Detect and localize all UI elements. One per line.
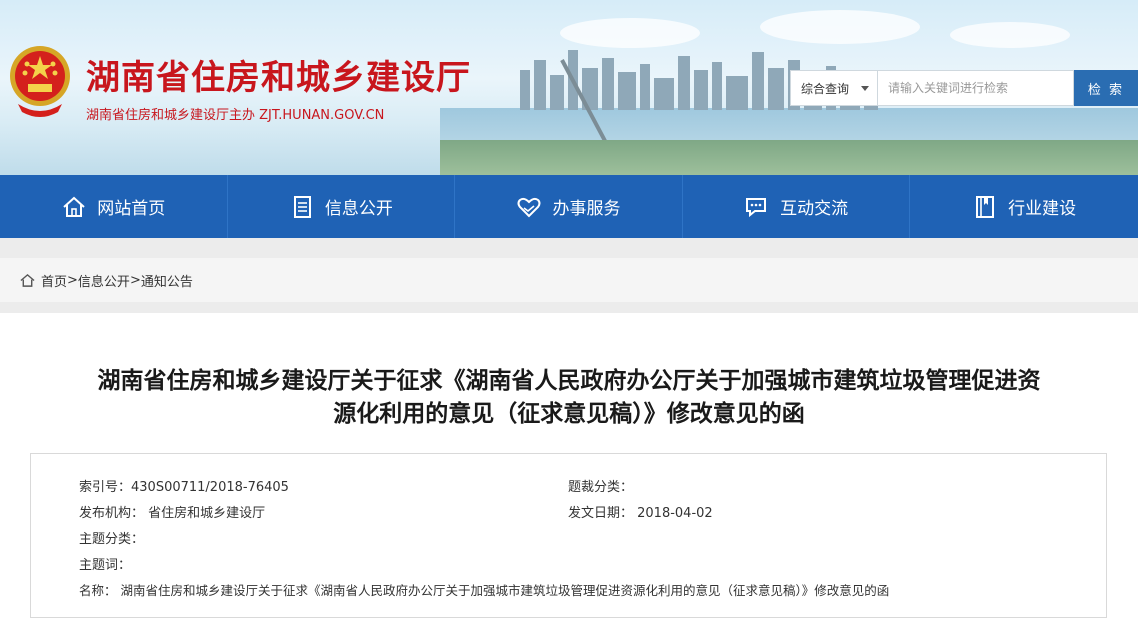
meta-subject-class: 主题分类： [79,532,145,547]
search-bar: 综合查询 检 索 [790,70,1138,108]
book-icon [976,195,995,218]
metadata-box: 索引号：430S00711/2018-76405 题裁分类： 发布机构： 省住房… [30,453,1107,618]
nav-item-interaction[interactable]: 互动交流 [683,175,911,238]
nav-item-services[interactable]: 办事服务 [455,175,683,238]
site-title[interactable]: 湖南省住房和城乡建设厅 [86,50,471,99]
home-icon [20,273,35,287]
site-subtitle: 湖南省住房和城乡建设厅主办 ZJT.HUNAN.GOV.CN [86,108,385,123]
nav-item-label: 办事服务 [552,199,621,219]
cloud-decoration [950,22,1070,48]
shore-image [440,140,1138,175]
search-scope-select[interactable]: 综合查询 [790,70,878,106]
article-title-line: 源化利用的意见（征求意见稿）》修改意见的函 [333,401,805,427]
main-nav: 网站首页 信息公开 办事服务 互动交流 行业建设 [0,175,1138,238]
breadcrumb: 首页 > 信息公开 > 通知公告 [0,258,1138,302]
search-button[interactable]: 检 索 [1074,70,1138,106]
nav-item-label: 信息公开 [324,199,393,219]
nav-item-label: 网站首页 [97,199,166,219]
search-input[interactable] [878,70,1074,106]
breadcrumb-separator: > [67,272,78,288]
document-icon [293,195,311,218]
heart-hands-icon [517,197,541,217]
breadcrumb-home[interactable]: 首页 [41,271,67,290]
nav-item-home[interactable]: 网站首页 [0,175,228,238]
nav-item-label: 行业建设 [1008,199,1077,219]
meta-publisher: 发布机构： 省住房和城乡建设厅 [79,506,266,521]
nav-item-info[interactable]: 信息公开 [228,175,456,238]
meta-subject-words: 主题词： [79,558,132,573]
chat-icon [746,197,767,217]
header-banner: 湖南省住房和城乡建设厅 湖南省住房和城乡建设厅主办 ZJT.HUNAN.GOV.… [0,0,1138,175]
home-icon [63,196,85,217]
article-panel: 湖南省住房和城乡建设厅关于征求《湖南省人民政府办公厅关于加强城市建筑垃圾管理促进… [0,313,1138,623]
chevron-down-icon [861,86,869,91]
nav-item-industry[interactable]: 行业建设 [910,175,1138,238]
cloud-decoration [760,10,920,44]
meta-publish-date: 发文日期： 2018-04-02 [568,506,713,521]
search-scope-label: 综合查询 [801,81,850,96]
meta-name: 名称： 湖南省住房和城乡建设厅关于征求《湖南省人民政府办公厅关于加强城市建筑垃圾… [79,583,890,598]
nav-item-label: 互动交流 [780,199,849,219]
breadcrumb-notices[interactable]: 通知公告 [141,271,193,290]
article-title: 湖南省住房和城乡建设厅关于征求《湖南省人民政府办公厅关于加强城市建筑垃圾管理促进… [20,365,1118,431]
national-emblem-icon [10,46,70,117]
breadcrumb-info-public[interactable]: 信息公开 [78,271,130,290]
meta-index-no: 索引号：430S00711/2018-76405 [79,480,289,495]
meta-topic-class: 题裁分类： [568,480,634,495]
article-title-line: 湖南省住房和城乡建设厅关于征求《湖南省人民政府办公厅关于加强城市建筑垃圾管理促进… [97,368,1041,394]
breadcrumb-separator: > [129,272,141,288]
